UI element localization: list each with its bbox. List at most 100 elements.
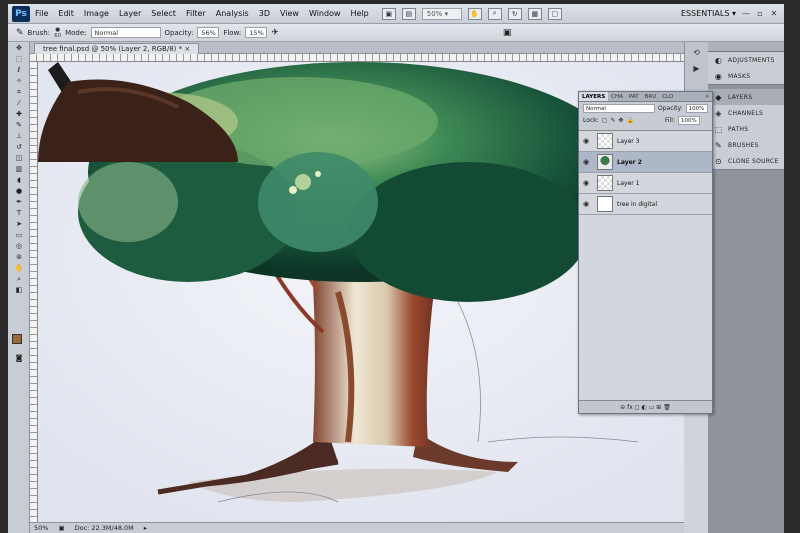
menu-image[interactable]: Image	[79, 9, 114, 18]
menu-select[interactable]: Select	[146, 9, 181, 18]
menu-filter[interactable]: Filter	[181, 9, 211, 18]
layer-opacity-field[interactable]: 100%	[685, 103, 708, 113]
status-icon[interactable]: ▣	[58, 524, 64, 532]
quick-mask-icon[interactable]: ◙	[12, 354, 26, 363]
lock-all-icon[interactable]: 🔒	[626, 117, 633, 124]
layer-fill-field[interactable]: 100%	[677, 115, 700, 125]
document-tab[interactable]: tree final.psd @ 50% (Layer 2, RGB/8) * …	[34, 43, 200, 54]
healing-tool-icon[interactable]: ✚	[12, 110, 26, 119]
lock-transparency-icon[interactable]: ▢	[602, 117, 608, 124]
layer-row-tree-in-digital[interactable]: ◉ tree in digital	[579, 194, 712, 215]
lock-row: Lock: ▢ ✎ ✥ 🔒 Fill: 100%	[579, 114, 712, 126]
visibility-eye-icon[interactable]: ◉	[579, 158, 593, 166]
zoom-level-select[interactable]: 50% ▾	[421, 7, 462, 20]
airbrush-icon[interactable]: ✈	[271, 28, 279, 38]
horizontal-ruler	[30, 54, 684, 62]
dock-item-masks[interactable]: ◉ MASKS	[708, 68, 784, 84]
menu-edit[interactable]: Edit	[53, 9, 79, 18]
bridge-icon[interactable]: ▣	[381, 7, 396, 20]
status-arrow-icon[interactable]: ▸	[144, 524, 147, 532]
menu-3d[interactable]: 3D	[254, 9, 275, 18]
eyedropper-tool-icon[interactable]: ⁄	[12, 99, 26, 108]
flow-field[interactable]: 15%	[245, 27, 268, 38]
menu-analysis[interactable]: Analysis	[211, 9, 254, 18]
layer-actions-icons[interactable]: ⊖ fx ◻ ◐ ▭ ⊞ 🗑	[620, 404, 671, 411]
tab-clone-source[interactable]: CLO	[659, 92, 676, 101]
dock-item-paths[interactable]: ⬚ PATHS	[708, 121, 784, 137]
mode-select[interactable]: Normal	[90, 27, 161, 38]
layers-icon: ◆	[715, 92, 722, 102]
menu-help[interactable]: Help	[346, 9, 374, 18]
actions-panel-icon[interactable]: ▶	[691, 64, 703, 74]
lasso-tool-icon[interactable]: ℓ	[12, 66, 26, 75]
dock-item-layers[interactable]: ◆ LAYERS	[708, 89, 784, 105]
gradient-tool-icon[interactable]: ▥	[12, 165, 26, 174]
hand-tool-icon[interactable]: ✋	[467, 7, 482, 20]
tab-paths[interactable]: PAT	[626, 92, 642, 101]
photoshop-logo: Ps	[12, 5, 30, 22]
menu-window[interactable]: Window	[304, 9, 346, 18]
quick-select-tool-icon[interactable]: ✧	[12, 77, 26, 86]
status-zoom[interactable]: 50%	[34, 524, 48, 532]
shape-tool-icon[interactable]: ▭	[12, 231, 26, 240]
visibility-eye-icon[interactable]: ◉	[579, 137, 593, 145]
menu-file[interactable]: File	[30, 9, 53, 18]
zoom-tool-icon[interactable]: ⌕	[487, 7, 502, 20]
marquee-tool-icon[interactable]: ⬚	[12, 55, 26, 64]
lock-position-icon[interactable]: ✥	[618, 117, 623, 124]
visibility-eye-icon[interactable]: ◉	[579, 179, 593, 187]
screen-mode-icon[interactable]: ▢	[547, 7, 562, 20]
zoom-tool-icon[interactable]: ⌕	[12, 275, 26, 284]
opacity-field[interactable]: 56%	[197, 27, 220, 38]
lock-pixels-icon[interactable]: ✎	[610, 117, 615, 124]
dock-item-adjustments[interactable]: ◐ ADJUSTMENTS	[708, 52, 784, 68]
brush-tool-icon[interactable]: ✎	[12, 121, 26, 130]
tab-channels[interactable]: CHA	[608, 92, 626, 101]
dock-item-clone-source[interactable]: ⊙ CLONE SOURCE	[708, 153, 784, 169]
type-tool-icon[interactable]: T	[12, 209, 26, 218]
rotate-view-icon[interactable]: ↻	[507, 7, 522, 20]
stamp-tool-icon[interactable]: ⊥	[12, 132, 26, 141]
crop-tool-icon[interactable]: ⌗	[12, 88, 26, 97]
view-extras-icon[interactable]: ▤	[401, 7, 416, 20]
layer-row-layer-2[interactable]: ◉ Layer 2	[579, 152, 712, 173]
tab-brushes[interactable]: BRU	[642, 92, 660, 101]
dock-item-channels[interactable]: ◈ CHANNELS	[708, 105, 784, 121]
hand-tool-icon[interactable]: ✋	[12, 264, 26, 273]
minimize-button[interactable]: —	[740, 7, 752, 19]
visibility-eye-icon[interactable]: ◉	[579, 200, 593, 208]
arrange-documents-icon[interactable]: ▦	[527, 7, 542, 20]
opacity-label: Opacity:	[164, 28, 194, 37]
close-icon[interactable]: ×	[184, 45, 190, 53]
layer-row-layer-3[interactable]: ◉ Layer 3	[579, 131, 712, 152]
tab-layers[interactable]: LAYERS	[579, 92, 609, 101]
eraser-tool-icon[interactable]: ◫	[12, 154, 26, 163]
menu-view[interactable]: View	[275, 9, 304, 18]
foreground-color-swatch[interactable]	[12, 334, 22, 344]
dock-header[interactable]	[708, 42, 784, 52]
brush-tool-icon[interactable]: ✎	[16, 28, 24, 38]
3d-orbit-tool-icon[interactable]: ⊚	[12, 253, 26, 262]
vertical-ruler	[30, 62, 38, 522]
layer-row-layer-1[interactable]: ◉ Layer 1	[579, 173, 712, 194]
dock-item-brushes[interactable]: ✎ BRUSHES	[708, 137, 784, 153]
3d-rotate-tool-icon[interactable]: ◎	[12, 242, 26, 251]
history-brush-icon[interactable]: ↺	[12, 143, 26, 152]
tablet-pressure-icon[interactable]: ▣	[503, 28, 512, 38]
history-panel-icon[interactable]: ⟲	[691, 48, 703, 58]
dodge-tool-icon[interactable]: ●	[12, 187, 26, 196]
menu-layer[interactable]: Layer	[114, 9, 146, 18]
pen-tool-icon[interactable]: ✒	[12, 198, 26, 207]
fill-label: Fill:	[664, 116, 675, 124]
close-button[interactable]: ✕	[768, 7, 780, 19]
dock-group-layers: ◆ LAYERS ◈ CHANNELS ⬚ PATHS ✎ BRUSHES ⊙ CLONE…	[708, 89, 784, 170]
panel-menu-icon[interactable]: »	[702, 92, 712, 101]
blur-tool-icon[interactable]: ◖	[12, 176, 26, 185]
move-tool-icon[interactable]: ✥	[12, 44, 26, 53]
restore-button[interactable]: ▫	[754, 7, 766, 19]
blend-mode-select[interactable]: Normal	[583, 103, 655, 113]
default-colors-icon[interactable]: ◧	[12, 286, 26, 295]
path-select-tool-icon[interactable]: ➤	[12, 220, 26, 229]
brush-preset-picker[interactable]: ● 60	[54, 27, 61, 39]
workspace-switcher[interactable]: ESSENTIALS ▾	[681, 9, 736, 18]
